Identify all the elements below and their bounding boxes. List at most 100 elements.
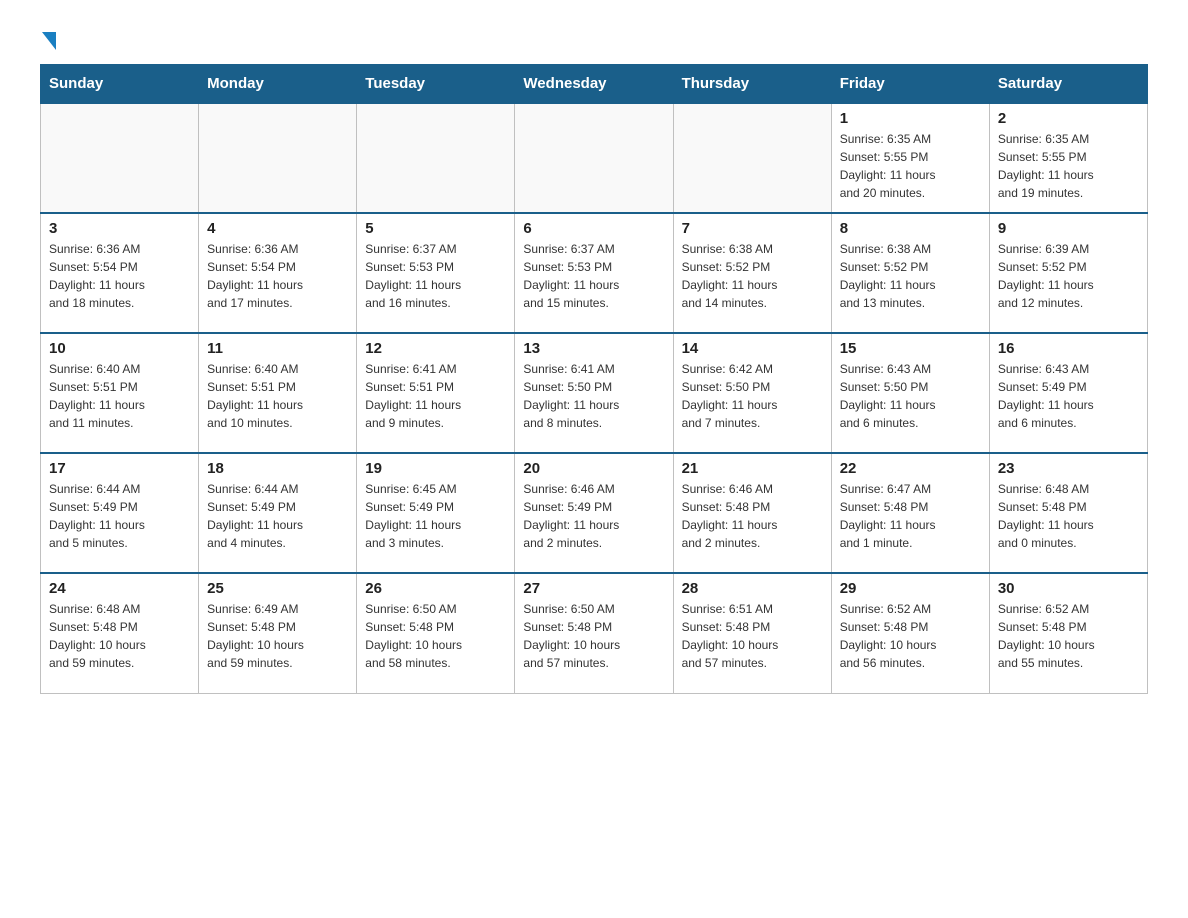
calendar-cell [673, 103, 831, 213]
col-header-wednesday: Wednesday [515, 65, 673, 104]
day-info: Sunrise: 6:52 AM Sunset: 5:48 PM Dayligh… [998, 600, 1139, 672]
day-info: Sunrise: 6:48 AM Sunset: 5:48 PM Dayligh… [49, 600, 190, 672]
calendar-cell: 23 Sunrise: 6:48 AM Sunset: 5:48 PM Dayli… [989, 453, 1147, 573]
day-number: 17 [49, 460, 190, 477]
calendar-cell: 13 Sunrise: 6:41 AM Sunset: 5:50 PM Dayli… [515, 333, 673, 453]
calendar-cell: 22 Sunrise: 6:47 AM Sunset: 5:48 PM Dayli… [831, 453, 989, 573]
day-info: Sunrise: 6:45 AM Sunset: 5:49 PM Dayligh… [365, 480, 506, 552]
day-info: Sunrise: 6:46 AM Sunset: 5:49 PM Dayligh… [523, 480, 664, 552]
calendar-cell: 2 Sunrise: 6:35 AM Sunset: 5:55 PM Daylig… [989, 103, 1147, 213]
day-number: 26 [365, 580, 506, 597]
day-info: Sunrise: 6:38 AM Sunset: 5:52 PM Dayligh… [840, 240, 981, 312]
day-number: 22 [840, 460, 981, 477]
day-number: 24 [49, 580, 190, 597]
day-info: Sunrise: 6:40 AM Sunset: 5:51 PM Dayligh… [49, 360, 190, 432]
day-number: 30 [998, 580, 1139, 597]
logo [40, 30, 56, 46]
day-info: Sunrise: 6:41 AM Sunset: 5:51 PM Dayligh… [365, 360, 506, 432]
col-header-thursday: Thursday [673, 65, 831, 104]
calendar-cell: 28 Sunrise: 6:51 AM Sunset: 5:48 PM Dayli… [673, 573, 831, 693]
calendar-week-2: 3 Sunrise: 6:36 AM Sunset: 5:54 PM Daylig… [41, 213, 1148, 333]
day-number: 20 [523, 460, 664, 477]
day-info: Sunrise: 6:50 AM Sunset: 5:48 PM Dayligh… [365, 600, 506, 672]
calendar-cell: 21Sunrise: 6:46 AM Sunset: 5:48 PM Dayli… [673, 453, 831, 573]
day-info: Sunrise: 6:43 AM Sunset: 5:49 PM Dayligh… [998, 360, 1139, 432]
calendar-cell: 19 Sunrise: 6:45 AM Sunset: 5:49 PM Dayli… [357, 453, 515, 573]
day-info: Sunrise: 6:37 AM Sunset: 5:53 PM Dayligh… [365, 240, 506, 312]
day-info: Sunrise: 6:37 AM Sunset: 5:53 PM Dayligh… [523, 240, 664, 312]
page-header [40, 30, 1148, 46]
calendar-cell [199, 103, 357, 213]
day-number: 23 [998, 460, 1139, 477]
calendar-cell: 29Sunrise: 6:52 AM Sunset: 5:48 PM Dayli… [831, 573, 989, 693]
day-info: Sunrise: 6:39 AM Sunset: 5:52 PM Dayligh… [998, 240, 1139, 312]
calendar-cell: 11 Sunrise: 6:40 AM Sunset: 5:51 PM Dayli… [199, 333, 357, 453]
calendar-cell: 8 Sunrise: 6:38 AM Sunset: 5:52 PM Daylig… [831, 213, 989, 333]
day-number: 5 [365, 220, 506, 237]
day-number: 19 [365, 460, 506, 477]
day-number: 13 [523, 340, 664, 357]
day-info: Sunrise: 6:44 AM Sunset: 5:49 PM Dayligh… [207, 480, 348, 552]
day-info: Sunrise: 6:51 AM Sunset: 5:48 PM Dayligh… [682, 600, 823, 672]
calendar-cell: 30 Sunrise: 6:52 AM Sunset: 5:48 PM Dayli… [989, 573, 1147, 693]
day-number: 7 [682, 220, 823, 237]
day-number: 2 [998, 110, 1139, 127]
calendar-cell: 24 Sunrise: 6:48 AM Sunset: 5:48 PM Dayli… [41, 573, 199, 693]
day-info: Sunrise: 6:38 AM Sunset: 5:52 PM Dayligh… [682, 240, 823, 312]
calendar-cell: 12Sunrise: 6:41 AM Sunset: 5:51 PM Dayli… [357, 333, 515, 453]
calendar-week-1: 1 Sunrise: 6:35 AM Sunset: 5:55 PM Daylig… [41, 103, 1148, 213]
day-info: Sunrise: 6:35 AM Sunset: 5:55 PM Dayligh… [840, 130, 981, 202]
day-number: 28 [682, 580, 823, 597]
calendar-header: SundayMondayTuesdayWednesdayThursdayFrid… [41, 65, 1148, 104]
day-number: 9 [998, 220, 1139, 237]
day-info: Sunrise: 6:41 AM Sunset: 5:50 PM Dayligh… [523, 360, 664, 432]
calendar-cell [41, 103, 199, 213]
calendar-cell: 15 Sunrise: 6:43 AM Sunset: 5:50 PM Dayli… [831, 333, 989, 453]
day-info: Sunrise: 6:36 AM Sunset: 5:54 PM Dayligh… [207, 240, 348, 312]
day-number: 15 [840, 340, 981, 357]
day-number: 29 [840, 580, 981, 597]
day-number: 10 [49, 340, 190, 357]
calendar-cell: 17 Sunrise: 6:44 AM Sunset: 5:49 PM Dayli… [41, 453, 199, 573]
calendar-cell [515, 103, 673, 213]
calendar-cell: 1 Sunrise: 6:35 AM Sunset: 5:55 PM Daylig… [831, 103, 989, 213]
calendar-table: SundayMondayTuesdayWednesdayThursdayFrid… [40, 64, 1148, 694]
day-number: 8 [840, 220, 981, 237]
day-number: 4 [207, 220, 348, 237]
day-info: Sunrise: 6:50 AM Sunset: 5:48 PM Dayligh… [523, 600, 664, 672]
calendar-cell: 14Sunrise: 6:42 AM Sunset: 5:50 PM Dayli… [673, 333, 831, 453]
day-info: Sunrise: 6:43 AM Sunset: 5:50 PM Dayligh… [840, 360, 981, 432]
day-info: Sunrise: 6:44 AM Sunset: 5:49 PM Dayligh… [49, 480, 190, 552]
col-header-sunday: Sunday [41, 65, 199, 104]
calendar-cell: 25 Sunrise: 6:49 AM Sunset: 5:48 PM Dayli… [199, 573, 357, 693]
day-info: Sunrise: 6:42 AM Sunset: 5:50 PM Dayligh… [682, 360, 823, 432]
day-number: 3 [49, 220, 190, 237]
calendar-cell: 6 Sunrise: 6:37 AM Sunset: 5:53 PM Daylig… [515, 213, 673, 333]
day-number: 6 [523, 220, 664, 237]
calendar-cell: 26 Sunrise: 6:50 AM Sunset: 5:48 PM Dayli… [357, 573, 515, 693]
calendar-cell: 27Sunrise: 6:50 AM Sunset: 5:48 PM Dayli… [515, 573, 673, 693]
day-number: 25 [207, 580, 348, 597]
day-number: 11 [207, 340, 348, 357]
col-header-saturday: Saturday [989, 65, 1147, 104]
calendar-cell: 3Sunrise: 6:36 AM Sunset: 5:54 PM Daylig… [41, 213, 199, 333]
day-number: 1 [840, 110, 981, 127]
day-info: Sunrise: 6:48 AM Sunset: 5:48 PM Dayligh… [998, 480, 1139, 552]
calendar-cell: 9 Sunrise: 6:39 AM Sunset: 5:52 PM Daylig… [989, 213, 1147, 333]
calendar-cell [357, 103, 515, 213]
day-number: 16 [998, 340, 1139, 357]
calendar-body: 1 Sunrise: 6:35 AM Sunset: 5:55 PM Daylig… [41, 103, 1148, 693]
day-info: Sunrise: 6:47 AM Sunset: 5:48 PM Dayligh… [840, 480, 981, 552]
day-info: Sunrise: 6:40 AM Sunset: 5:51 PM Dayligh… [207, 360, 348, 432]
calendar-cell: 5 Sunrise: 6:37 AM Sunset: 5:53 PM Daylig… [357, 213, 515, 333]
calendar-cell: 10 Sunrise: 6:40 AM Sunset: 5:51 PM Dayli… [41, 333, 199, 453]
calendar-week-5: 24 Sunrise: 6:48 AM Sunset: 5:48 PM Dayli… [41, 573, 1148, 693]
calendar-week-3: 10 Sunrise: 6:40 AM Sunset: 5:51 PM Dayli… [41, 333, 1148, 453]
calendar-cell: 4 Sunrise: 6:36 AM Sunset: 5:54 PM Daylig… [199, 213, 357, 333]
day-number: 21 [682, 460, 823, 477]
day-info: Sunrise: 6:49 AM Sunset: 5:48 PM Dayligh… [207, 600, 348, 672]
day-number: 18 [207, 460, 348, 477]
logo-triangle-icon [42, 32, 56, 50]
col-header-friday: Friday [831, 65, 989, 104]
day-info: Sunrise: 6:35 AM Sunset: 5:55 PM Dayligh… [998, 130, 1139, 202]
